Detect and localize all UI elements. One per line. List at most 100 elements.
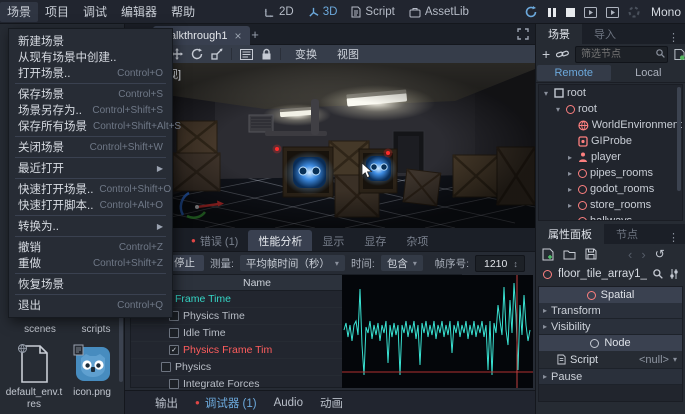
menu-scene[interactable]: 场景 [0,2,38,22]
output-button[interactable]: 输出 [155,395,178,411]
tree-item-hallways[interactable]: ▸ hallways [539,213,682,221]
menu-item-revert-scene[interactable]: 恢复场景 [9,276,172,292]
local-button[interactable]: Local [612,64,685,82]
chevron-down-icon[interactable]: ▾ [673,355,677,364]
file-icon-png-label[interactable]: icon.png [63,387,121,399]
search-icon[interactable] [653,269,663,279]
menu-item-redo[interactable]: 重做Control+Shift+Z [9,255,172,271]
add-node-button[interactable]: + [542,47,550,61]
menu-item-close-scene[interactable]: 关闭场景Control+Shift+W [9,139,172,155]
menu-item-undo[interactable]: 撤销Control+Z [9,239,172,255]
checkbox[interactable] [169,379,179,389]
expand-icon[interactable]: ▸ [565,153,575,162]
tree-item-store-rooms[interactable]: ▸ store_rooms [539,197,682,213]
dock-menu-icon[interactable]: ⋮ [662,231,685,244]
menu-editor[interactable]: 编辑器 [114,2,164,22]
animation-button[interactable]: 动画 [320,395,343,411]
workspace-assetlib-button[interactable]: AssetLib [403,6,475,18]
file-icon-png-thumbnail[interactable] [73,344,111,382]
lock-icon[interactable] [261,48,272,60]
stop-button[interactable] [566,8,575,17]
new-scene-tab-button[interactable]: + [247,26,263,43]
debugger-button[interactable]: ● 调试器 (1) [195,395,257,411]
3d-viewport[interactable]: [透视] [125,63,535,228]
replay-button[interactable] [524,5,538,19]
close-tab-icon[interactable]: × [234,30,241,42]
time-dropdown[interactable]: 包含 ▾ [381,255,423,271]
load-resource-folder-icon[interactable] [563,249,576,260]
collapse-icon[interactable]: ▾ [553,105,563,114]
tree-item-player[interactable]: ▸ player [539,149,682,165]
inspector-options-sliders-icon[interactable] [669,269,679,279]
property-script[interactable]: Script <null> ▾ [539,351,682,369]
tree-item-root-spatial[interactable]: ▾ root [539,101,682,117]
tab-inspector[interactable]: 属性面板 [536,224,604,244]
play-scene-button[interactable] [584,7,597,18]
tree-item-godot-rooms[interactable]: ▸ godot_rooms [539,181,682,197]
file-default-env-label[interactable]: default_env.tres [5,387,63,411]
play-custom-scene-button[interactable] [606,7,619,18]
save-resource-icon[interactable] [585,248,597,260]
menu-item-save-scene[interactable]: 保存场景Control+S [9,86,172,102]
menu-item-new-scene[interactable]: 新建场景 [9,33,172,49]
menu-item-save-all-scenes[interactable]: 保存所有场景Control+Shift+Alt+S [9,118,172,134]
history-back-icon[interactable]: ‹ [628,247,632,262]
tree-scrollbar[interactable] [677,87,681,191]
workspace-2d-button[interactable]: 2D [258,6,300,18]
tab-scene-dock[interactable]: 场景 [536,24,582,44]
tree-item-giprobe[interactable]: GIProbe [539,133,682,149]
attach-script-icon[interactable] [674,48,685,61]
workspace-script-button[interactable]: Script [345,6,400,18]
scale-tool-icon[interactable] [211,48,223,60]
pause-button[interactable] [547,7,557,18]
menu-item-open-recent[interactable]: 最近打开▶ [9,160,172,176]
distraction-free-icon[interactable] [517,28,529,40]
tab-import-dock[interactable]: 导入 [582,24,628,44]
measure-dropdown[interactable]: 平均帧时间（秒） ▾ [240,255,345,271]
tab-monitors[interactable]: 显示 [312,230,354,251]
section-transform[interactable]: ▸ Transform [539,303,682,319]
view-menu[interactable]: 视图 [331,46,365,62]
rotate-tool-icon[interactable] [191,48,203,60]
menu-item-quick-open-scene[interactable]: 快速打开场景..Control+Shift+O [9,181,172,197]
category-node[interactable]: Node [539,335,682,351]
history-icon[interactable]: ↺ [655,247,665,261]
transform-menu[interactable]: 变换 [289,46,323,62]
file-default-env-icon[interactable] [18,344,50,384]
tree-item-worldenvironment[interactable]: WorldEnvironment [539,117,682,133]
section-pause[interactable]: ▸ Pause [539,369,682,385]
menu-item-new-inherited-scene[interactable]: 从现有场景中创建.. [9,49,172,65]
folder-scenes[interactable]: scenes [11,324,69,336]
expand-icon[interactable]: ▸ [565,169,575,178]
audio-button[interactable]: Audio [274,397,303,409]
expand-icon[interactable]: ▸ [565,201,575,210]
filter-nodes-input[interactable] [575,46,668,63]
checkbox-checked[interactable]: ✓ [169,345,179,355]
menu-help[interactable]: 帮助 [164,2,202,22]
tab-video-mem[interactable]: 显存 [354,230,396,251]
instance-scene-icon[interactable] [556,48,569,60]
tab-profiler[interactable]: 性能分析 [248,230,312,251]
checkbox[interactable] [161,362,171,372]
expand-icon[interactable]: ▸ [565,217,575,222]
menu-item-open-scene[interactable]: 打开场景..Control+O [9,65,172,81]
workspace-3d-button[interactable]: 3D [302,6,344,18]
category-spatial[interactable]: Spatial [539,287,682,303]
remote-button[interactable]: Remote [537,65,611,81]
tab-node[interactable]: 节点 [604,224,650,244]
tab-errors[interactable]: ● 错误 (1) [181,230,248,251]
history-forward-icon[interactable]: › [641,247,645,262]
folder-scripts[interactable]: scripts [67,324,125,336]
selection-list-icon[interactable] [240,49,253,60]
checkbox[interactable] [169,328,179,338]
expand-icon[interactable]: ▸ [565,185,575,194]
frame-number-spinbox[interactable]: 1210 ↕ [475,255,525,272]
tree-item-pipes-rooms[interactable]: ▸ pipes_rooms [539,165,682,181]
section-visibility[interactable]: ▸ Visibility [539,319,682,335]
menu-item-save-scene-as[interactable]: 场景另存为..Control+Shift+S [9,102,172,118]
new-resource-icon[interactable] [542,248,554,261]
menu-item-convert-to[interactable]: 转换为..▶ [9,218,172,234]
tab-misc[interactable]: 杂项 [396,230,438,251]
menu-project[interactable]: 项目 [38,2,76,22]
menu-debug[interactable]: 调试 [76,2,114,22]
